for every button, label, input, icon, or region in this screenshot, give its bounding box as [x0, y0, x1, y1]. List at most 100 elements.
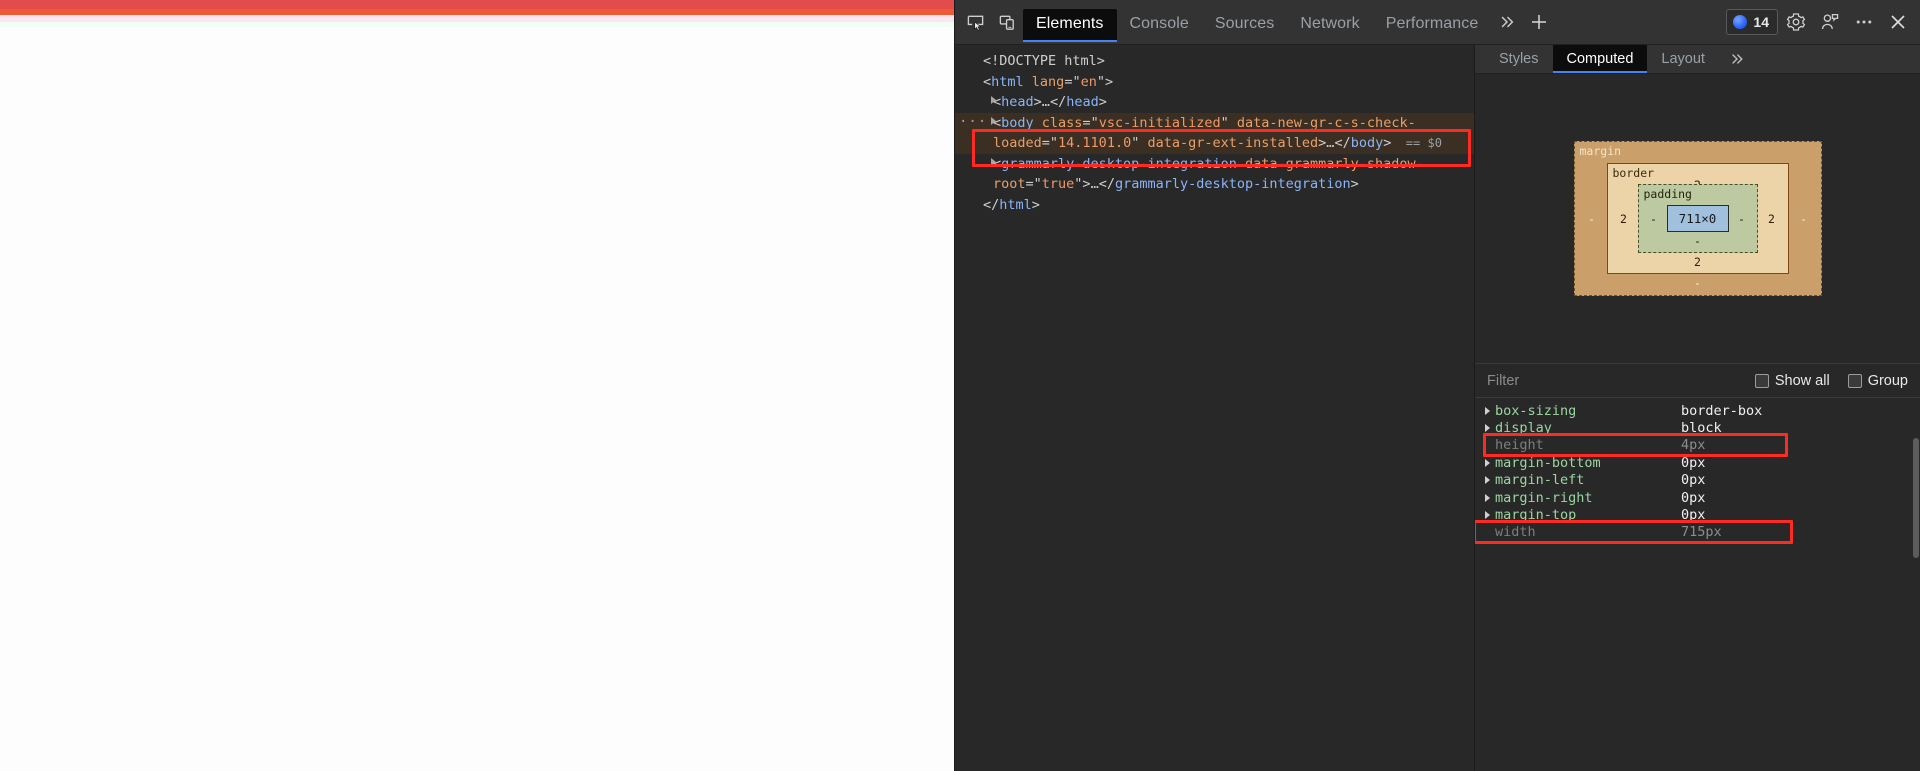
margin-bottom-value[interactable]: -: [1583, 276, 1813, 291]
chevron-right-icon[interactable]: [1485, 476, 1490, 485]
dom-token-punct: <: [983, 73, 992, 90]
computed-properties-list[interactable]: box-sizing border-box display block height 4p…: [1475, 398, 1920, 771]
kebab-menu-icon[interactable]: [1848, 6, 1880, 38]
chevron-right-icon[interactable]: [991, 96, 996, 104]
tab-elements[interactable]: Elements: [1023, 8, 1117, 42]
chevron-right-icon[interactable]: [1485, 511, 1490, 520]
dom-token-tag: html: [999, 196, 1032, 213]
show-all-checkbox[interactable]: Show all: [1754, 373, 1830, 389]
dom-token-punct: ": [1131, 135, 1148, 151]
gear-icon[interactable]: [1780, 6, 1812, 38]
filter-input[interactable]: [1485, 371, 1737, 390]
chevron-right-icon[interactable]: [1485, 493, 1490, 502]
box-model-border-label: border: [1612, 166, 1655, 180]
tab-performance[interactable]: Performance: [1373, 9, 1492, 40]
dom-token-punct: [1024, 74, 1032, 90]
tab-network[interactable]: Network: [1287, 9, 1372, 40]
page-viewport[interactable]: [0, 0, 954, 771]
checkbox-icon[interactable]: [1754, 373, 1769, 388]
padding-right-value[interactable]: -: [1733, 212, 1751, 226]
dom-token-attrval: vsc-initialized: [1098, 114, 1221, 131]
box-model-border[interactable]: border 2 2 padding - -: [1606, 163, 1789, 274]
computed-property-row[interactable]: margin-top 0px: [1475, 506, 1920, 523]
margin-left-value[interactable]: -: [1583, 212, 1601, 226]
dom-token-text-node: …: [1041, 94, 1050, 110]
inspect-element-icon[interactable]: [959, 6, 991, 38]
dom-node-row-selected[interactable]: ··· <body class="vsc-initialized" data-ne…: [955, 112, 1474, 154]
dom-tree-pane[interactable]: <!DOCTYPE html> <html lang="en"> <head>…</…: [955, 45, 1475, 771]
computed-property-name: box-sizing: [1495, 402, 1577, 419]
tab-sources[interactable]: Sources: [1202, 9, 1287, 40]
chevron-right-icon[interactable]: [1485, 424, 1490, 433]
tab-computed[interactable]: Computed: [1552, 45, 1648, 73]
chevron-right-icon[interactable]: [1485, 406, 1490, 415]
dom-token-punct: </: [1049, 94, 1067, 110]
group-checkbox[interactable]: Group: [1847, 373, 1908, 389]
computed-property-row[interactable]: margin-right 0px: [1475, 489, 1920, 506]
dom-token-punct: >: [1350, 176, 1359, 192]
computed-property-row[interactable]: width 715px: [1475, 524, 1920, 541]
chevron-right-icon[interactable]: [991, 157, 996, 166]
tab-layout[interactable]: Layout: [1647, 45, 1719, 73]
dom-node-row[interactable]: <head>…</head>: [955, 92, 1474, 113]
devtools-toolbar: Elements Console Sources Network Perform…: [955, 0, 1920, 45]
computed-property-row[interactable]: margin-left 0px: [1475, 472, 1920, 489]
dom-node-row[interactable]: </html>: [955, 195, 1474, 216]
close-icon[interactable]: [1882, 6, 1914, 38]
chevron-right-icon[interactable]: [991, 116, 996, 125]
computed-filter-row: Show all Group: [1475, 364, 1920, 398]
border-bottom-value[interactable]: 2: [1615, 255, 1781, 270]
issues-count: 14: [1753, 14, 1769, 30]
dom-token-punct: =": [1025, 176, 1042, 192]
highlight-padding-band: [0, 15, 954, 22]
highlight-margin-band: [0, 0, 954, 9]
dom-token-punct: ": [1220, 114, 1237, 131]
box-model-padding[interactable]: padding - - 711×0 - -: [1637, 184, 1758, 253]
computed-property-value: border-box: [1681, 402, 1763, 419]
tab-console[interactable]: Console: [1117, 9, 1202, 40]
computed-property-value: 715px: [1681, 524, 1722, 541]
issues-badge[interactable]: 14: [1726, 9, 1778, 35]
device-toolbar-icon[interactable]: [991, 6, 1023, 38]
vertical-scrollbar[interactable]: [1913, 438, 1919, 558]
checkbox-icon[interactable]: [1847, 373, 1862, 388]
dom-token-attrval: true: [1041, 176, 1075, 192]
node-overflow-ellipsis[interactable]: ···: [959, 115, 987, 129]
chevron-double-right-icon[interactable]: [1491, 6, 1523, 38]
dom-node-row[interactable]: <grammarly-desktop-integration data-gram…: [955, 154, 1474, 195]
computed-property-name: margin-right: [1495, 489, 1593, 506]
dom-node-row[interactable]: <html lang="en">: [955, 72, 1474, 93]
dom-token-tag: body: [1350, 135, 1384, 151]
dom-token-tag: head: [1001, 94, 1034, 110]
border-left-value[interactable]: 2: [1615, 212, 1633, 226]
padding-bottom-value[interactable]: -: [1645, 234, 1751, 249]
computed-property-name: width: [1495, 524, 1536, 541]
computed-property-row[interactable]: box-sizing border-box: [1475, 402, 1920, 419]
dom-tree[interactable]: <!DOCTYPE html> <html lang="en"> <head>…</…: [955, 45, 1474, 215]
devtools-tab-strip: Elements Console Sources Network Perform…: [1023, 5, 1492, 42]
screenshot-root: Elements Console Sources Network Perform…: [0, 0, 1920, 771]
box-model-padding-label: padding: [1643, 187, 1692, 201]
dom-token-punct: =": [1064, 73, 1081, 90]
computed-property-row[interactable]: margin-bottom 0px: [1475, 454, 1920, 471]
styles-sidebar-tabbar: Styles Computed Layout: [1475, 45, 1920, 74]
tab-styles[interactable]: Styles: [1485, 45, 1553, 73]
computed-property-value: block: [1681, 420, 1722, 437]
computed-property-name: margin-left: [1495, 472, 1585, 489]
plus-icon[interactable]: [1523, 6, 1555, 38]
box-model-margin[interactable]: margin - - border 2 2: [1573, 141, 1822, 296]
box-model-content-size[interactable]: 711×0: [1666, 205, 1729, 232]
dom-node-row[interactable]: <!DOCTYPE html>: [955, 51, 1474, 72]
feedback-icon[interactable]: [1814, 6, 1846, 38]
dom-token-punct: </: [1334, 135, 1351, 151]
chevron-double-right-icon[interactable]: [1719, 45, 1755, 73]
computed-property-row[interactable]: height 4px: [1475, 437, 1920, 454]
chevron-right-icon[interactable]: [1485, 458, 1490, 467]
issues-dot-icon: [1733, 15, 1748, 29]
padding-left-value[interactable]: -: [1645, 212, 1663, 226]
border-right-value[interactable]: 2: [1763, 212, 1781, 226]
margin-right-value[interactable]: -: [1795, 212, 1813, 226]
computed-property-value: 4px: [1681, 437, 1706, 454]
dom-token-attrval: 14.1101.0: [1058, 135, 1132, 151]
computed-property-row[interactable]: display block: [1475, 419, 1920, 436]
